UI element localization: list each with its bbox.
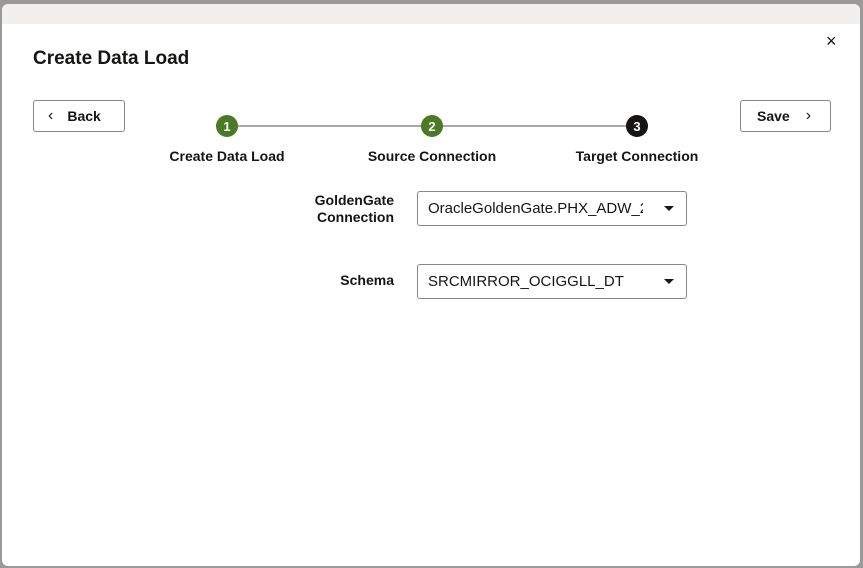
create-data-load-dialog: Create Data Load × ‹ Back Save › 1 2 3 C… <box>2 4 860 566</box>
schema-select[interactable]: SRCMIRROR_OCIGGLL_DT <box>417 264 687 299</box>
close-icon[interactable]: × <box>826 31 837 52</box>
step-3-label: Target Connection <box>575 148 699 164</box>
chevron-right-icon: › <box>805 107 812 124</box>
schema-label: Schema <box>340 272 394 288</box>
dialog-title: Create Data Load <box>33 48 190 69</box>
step-1-label: Create Data Load <box>169 148 285 164</box>
background-strip <box>2 4 860 24</box>
caret-down-icon <box>664 206 674 211</box>
selected-value: SRCMIRROR_OCIGGLL_DT <box>428 273 624 290</box>
caret-down-icon <box>664 279 674 284</box>
back-label: Back <box>67 108 101 124</box>
step-1-indicator[interactable]: 1 <box>216 115 238 137</box>
goldengate-connection-label: GoldenGate Connection <box>274 192 394 226</box>
selected-value: OracleGoldenGate.PHX_ADW_2 <box>428 200 643 217</box>
step-connector <box>238 125 422 127</box>
back-button[interactable]: ‹ Back <box>33 100 125 132</box>
label-line: Connection <box>317 209 394 225</box>
step-connector <box>443 125 627 127</box>
goldengate-connection-select[interactable]: OracleGoldenGate.PHX_ADW_2 <box>417 191 687 226</box>
step-2-indicator[interactable]: 2 <box>421 115 443 137</box>
save-button[interactable]: Save › <box>740 100 831 132</box>
chevron-left-icon: ‹ <box>48 107 54 124</box>
label-line: GoldenGate <box>314 192 394 208</box>
save-label: Save <box>757 108 790 124</box>
step-3-indicator[interactable]: 3 <box>626 115 648 137</box>
step-2-label: Source Connection <box>367 148 497 164</box>
